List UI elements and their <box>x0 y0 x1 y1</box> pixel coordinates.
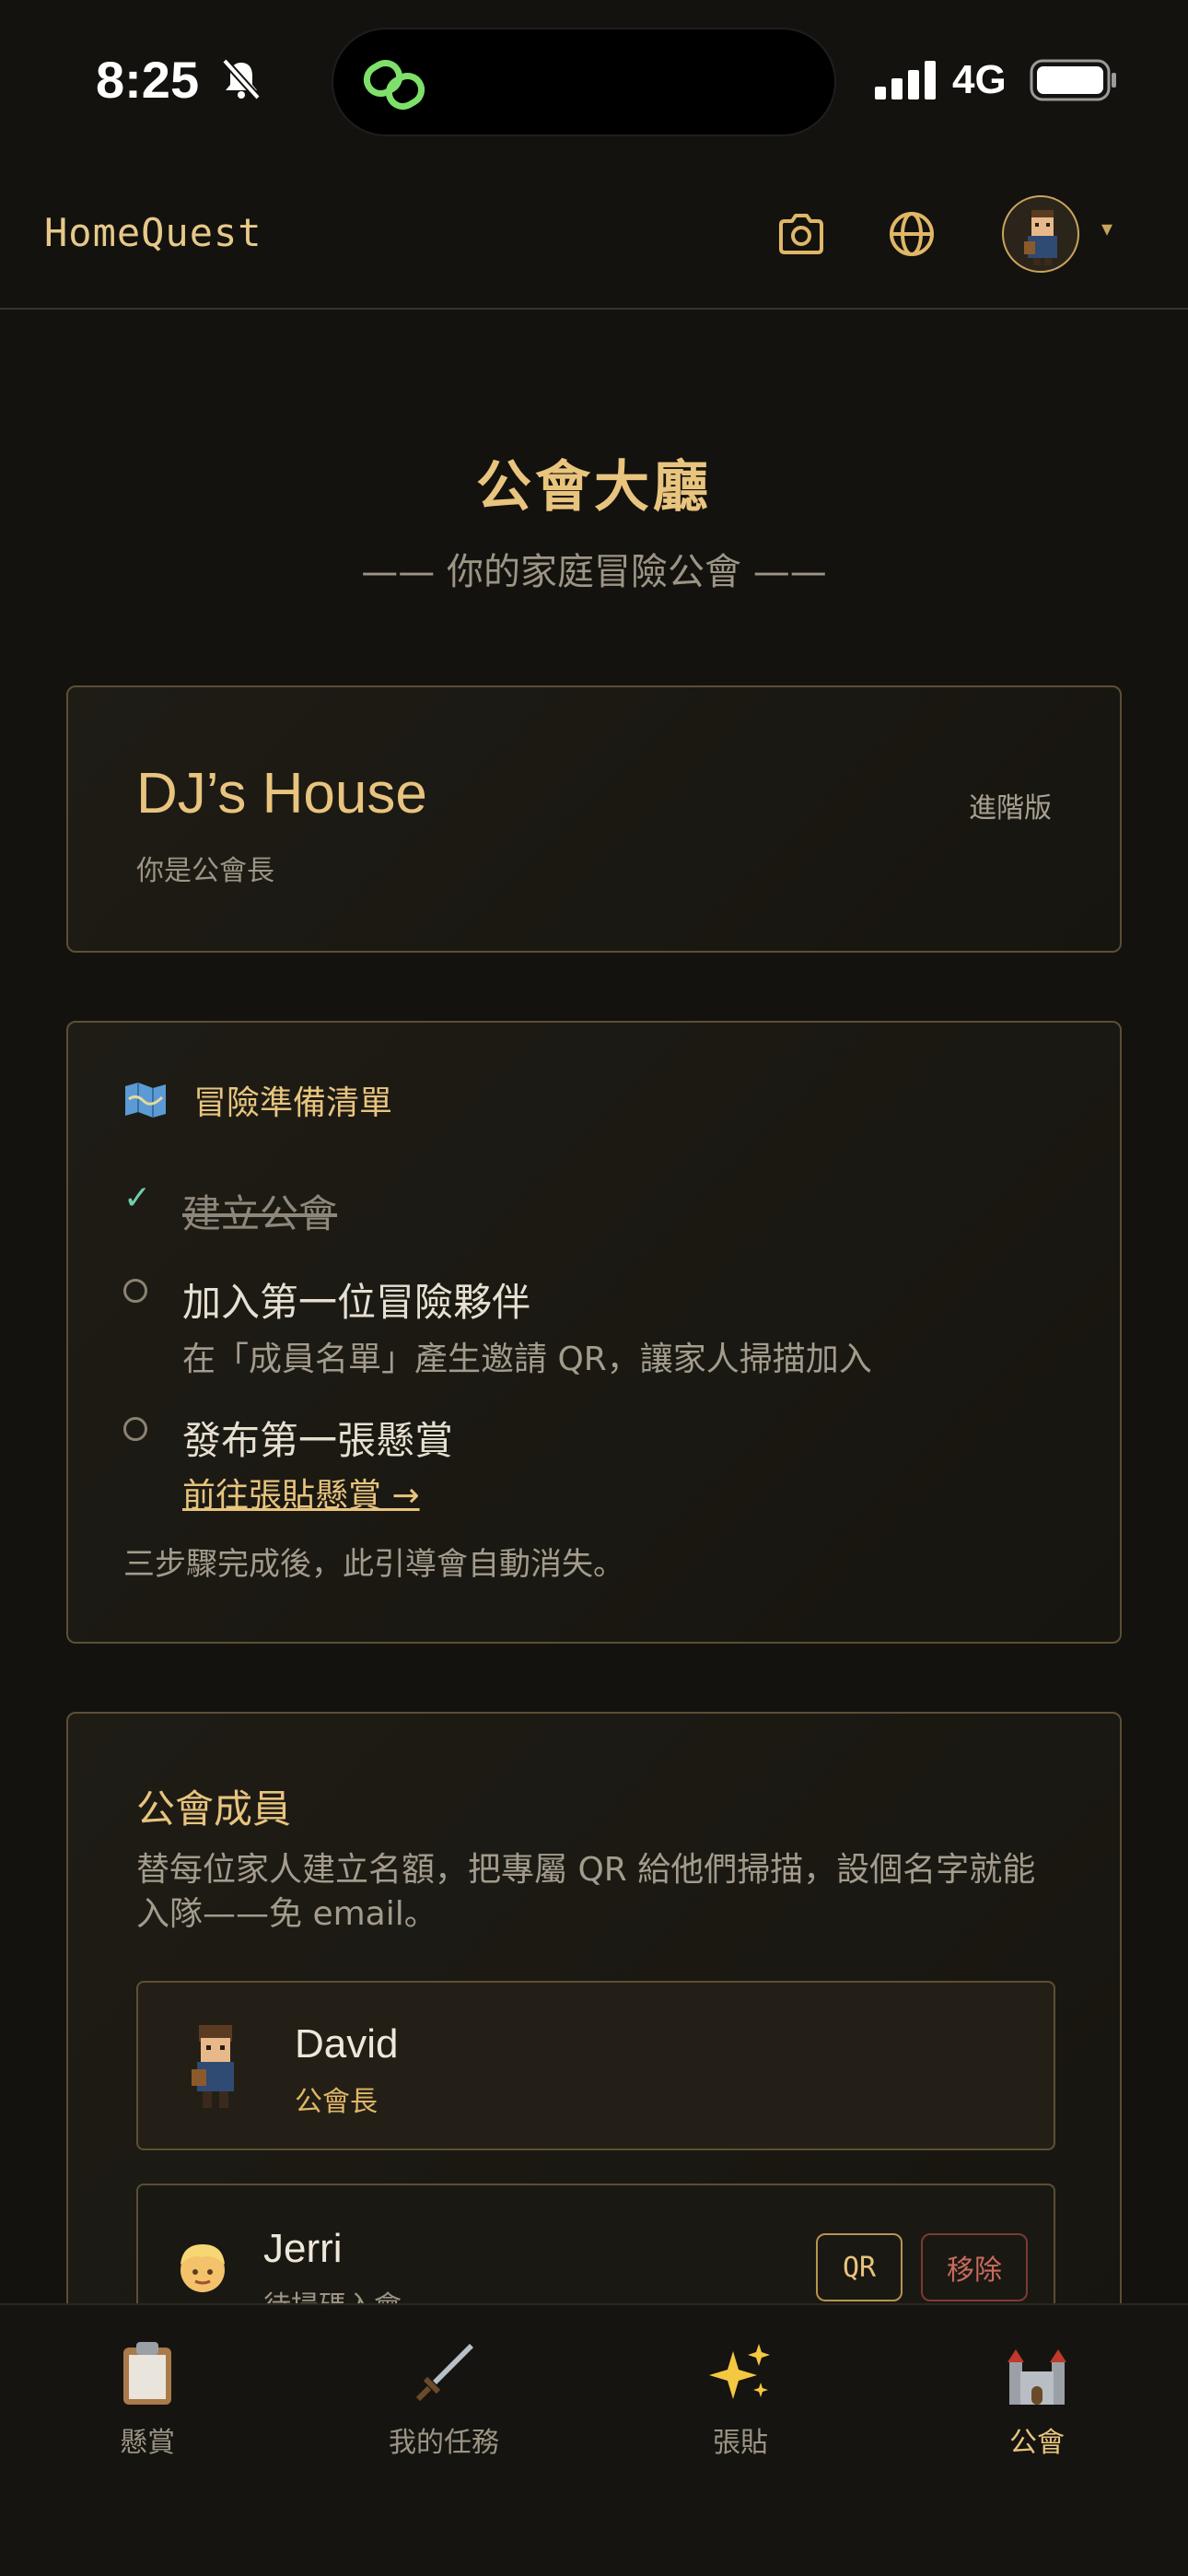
tab-bounties[interactable]: 懸賞 <box>55 2338 239 2460</box>
status-bar: 8:25 4G <box>0 0 1188 157</box>
member-name: Jerri <box>263 2226 343 2271</box>
tab-label: 懸賞 <box>120 2427 175 2459</box>
checklist-item-label: 發布第一張懸賞 <box>182 1418 454 1463</box>
page-subtitle: —— 你的家庭冒險公會 —— <box>361 551 827 593</box>
checklist-item-label: 加入第一位冒險夥伴 <box>182 1280 531 1325</box>
tab-guild[interactable]: 公會 <box>945 2338 1129 2460</box>
member-role: 公會長 <box>295 2086 378 2118</box>
link-activity-icon <box>363 60 425 110</box>
guild-name: DJ’s House <box>136 762 427 825</box>
guild-role: 你是公會長 <box>136 855 274 887</box>
checklist-title: 冒險準備清單 <box>193 1084 393 1122</box>
tab-label: 張貼 <box>713 2427 768 2459</box>
app-header: HomeQuest ▾ <box>0 157 1188 310</box>
member-name: David <box>295 2021 399 2067</box>
sword-icon <box>415 2344 473 2402</box>
page-title: 公會大廳 <box>476 455 712 520</box>
checklist-item-hint: 在「成員名單」產生邀請 QR，讓家人掃描加入 <box>182 1341 872 1378</box>
checkmark-icon: ✓ <box>123 1179 152 1217</box>
castle-icon <box>1007 2349 1066 2405</box>
remove-member-button[interactable]: 移除 <box>921 2233 1028 2301</box>
guild-members-card: 公會成員 替每位家人建立名額，把專屬 QR 給他們掃描，設個名字就能入隊——免 … <box>66 1712 1122 2357</box>
bell-muted-icon <box>222 58 261 100</box>
person-blond-icon <box>181 2244 225 2292</box>
guild-hall-page: 8:25 4G HomeQuest ▾ 公會大廳 —— 你的家庭冒險公會 —— … <box>0 0 1188 2576</box>
status-time: 8:25 <box>96 51 200 109</box>
adventurer-avatar-icon <box>192 2025 234 2108</box>
plan-badge: 進階版 <box>969 792 1052 825</box>
user-avatar-button[interactable] <box>1002 195 1079 273</box>
tab-post[interactable]: 張貼 <box>648 2338 833 2460</box>
members-title: 公會成員 <box>136 1786 292 1832</box>
go-post-bounty-link[interactable]: 前往張貼懸賞 → <box>182 1469 420 1516</box>
checklist-footer-note: 三步驟完成後，此引導會自動消失。 <box>123 1546 624 1583</box>
brand-logo-text[interactable]: HomeQuest <box>44 210 262 255</box>
tab-my-quests[interactable]: 我的任務 <box>352 2338 536 2460</box>
tab-label: 我的任務 <box>389 2427 499 2459</box>
account-menu-chevron-down-icon[interactable]: ▾ <box>1101 216 1112 241</box>
map-icon <box>125 1083 166 1118</box>
network-type: 4G <box>952 57 1007 102</box>
sparkles-icon <box>709 2344 770 2399</box>
show-qr-button[interactable]: QR <box>816 2233 903 2301</box>
globe-language-icon[interactable] <box>882 205 941 263</box>
member-row[interactable]: David 公會長 <box>136 1981 1055 2150</box>
clipboard-icon <box>123 2342 171 2405</box>
adventurer-avatar-icon <box>1024 210 1057 265</box>
checklist-item-label: 建立公會 <box>182 1191 338 1236</box>
cellular-signal-icon <box>875 61 936 100</box>
battery-icon <box>1030 59 1116 101</box>
checklist-header: 冒險準備清單 <box>123 1076 392 1124</box>
empty-circle-icon <box>123 1417 147 1441</box>
bottom-tab-bar: 懸賞 我的任務 張貼 公會 <box>0 2303 1188 2576</box>
dynamic-island <box>332 28 836 136</box>
tab-label: 公會 <box>1009 2427 1065 2459</box>
members-description: 替每位家人建立名額，把專屬 QR 給他們掃描，設個名字就能入隊——免 email… <box>136 1851 1036 1933</box>
camera-icon[interactable] <box>772 205 831 263</box>
guild-info-card: DJ’s House 你是公會長 進階版 <box>66 685 1122 953</box>
onboarding-checklist-card: 冒險準備清單 ✓ 建立公會 加入第一位冒險夥伴 在「成員名單」產生邀請 QR，讓… <box>66 1021 1122 1644</box>
empty-circle-icon <box>123 1279 147 1303</box>
